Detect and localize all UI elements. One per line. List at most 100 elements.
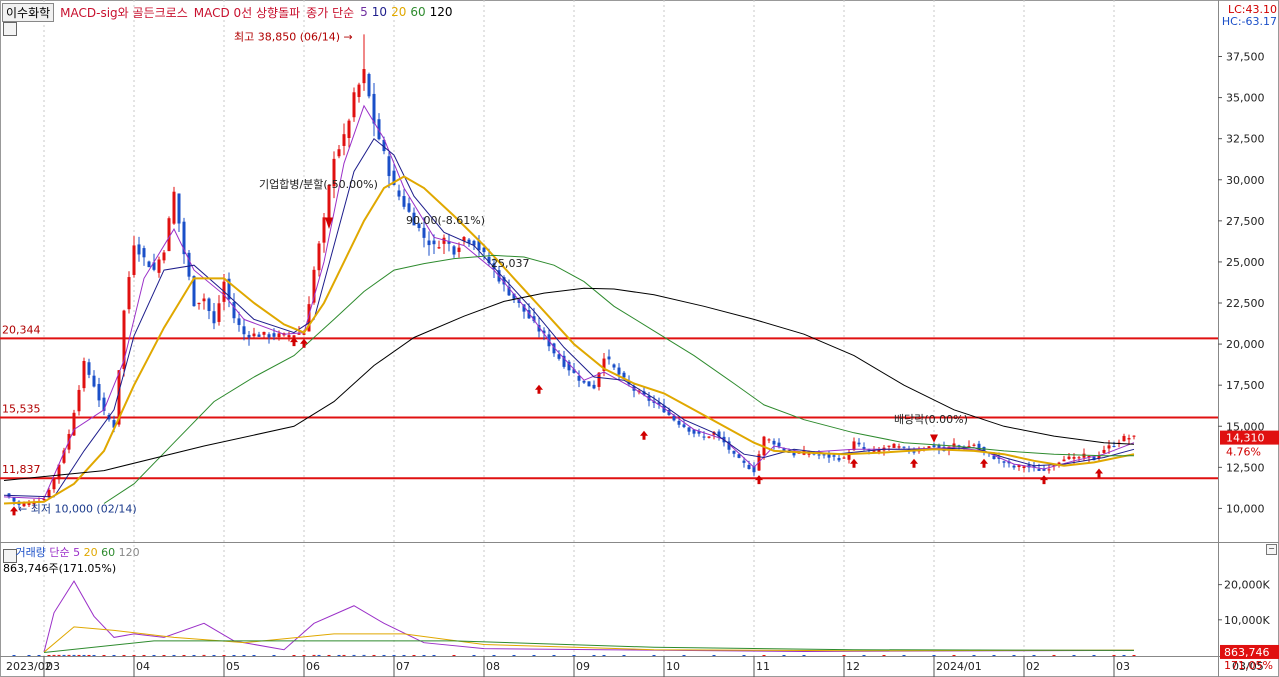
symbol-label[interactable]: 이수화학 [2, 2, 55, 22]
volume-ma-120[interactable]: 120 [119, 546, 140, 559]
volume-bar [1012, 654, 1016, 656]
candle-body [1067, 456, 1071, 459]
buy-signal-arrow [980, 458, 988, 468]
x-tick-label: 07 [396, 660, 410, 673]
volume-bar [112, 654, 116, 656]
buy-signal-arrow [1095, 468, 1103, 478]
candle-body [482, 247, 486, 253]
volume-bar [47, 654, 51, 656]
legend-ma-20[interactable]: 20 [391, 5, 406, 19]
volume-bar [87, 654, 91, 656]
candle-body [287, 335, 291, 338]
candle-body [52, 478, 56, 490]
volume-bar [152, 654, 156, 656]
volume-bar [252, 654, 256, 656]
candle-body [247, 334, 251, 338]
candle-body [197, 302, 201, 305]
candle-body [702, 436, 706, 438]
candle-body [277, 333, 281, 338]
volume-ma-60[interactable]: 60 [101, 546, 115, 559]
candle-body [12, 497, 16, 502]
volume-bar [142, 654, 146, 656]
volume-bar [992, 654, 996, 656]
volume-bar [382, 654, 386, 656]
legend-ma-5[interactable]: 5 [360, 5, 368, 19]
x-tick-label: 2024/01 [936, 660, 982, 673]
legend-item-close-sma[interactable]: 종가 단순 [306, 4, 354, 21]
y-tick-label: 30,000 [1226, 174, 1265, 187]
candle-body [272, 333, 276, 337]
candle-body [842, 457, 846, 459]
legend-ma-120[interactable]: 120 [430, 5, 453, 19]
collapse-icon[interactable]: − [1266, 544, 1277, 555]
candle-body [77, 389, 81, 412]
price-chart[interactable]: 2023/0203 04 05 06 07 08 09 10 11 12 2024/01 02 03 03… [0, 0, 1279, 677]
volume-bar [552, 654, 556, 656]
candle-body [422, 227, 426, 238]
candle-body [297, 333, 301, 335]
candle-body [617, 367, 621, 375]
buy-signal-arrow [300, 338, 308, 348]
table-icon[interactable] [3, 22, 17, 36]
legend-ma-60[interactable]: 60 [410, 5, 425, 19]
volume-bar [742, 654, 746, 656]
candle-body [887, 445, 891, 447]
volume-ma-20[interactable]: 20 [84, 546, 98, 559]
candle-body [317, 243, 321, 271]
volume-bar [242, 654, 246, 656]
volume-bar [172, 654, 176, 656]
candle-body [242, 326, 246, 335]
candle-body [1122, 435, 1126, 442]
candle-body [827, 454, 831, 458]
volume-bar [972, 654, 976, 656]
volume-bar [1072, 654, 1076, 656]
volume-label[interactable]: 거래량 [16, 546, 46, 559]
candle-body [1012, 465, 1016, 468]
volume-bar [572, 654, 576, 656]
candle-body [967, 445, 971, 447]
x-tick-label: 09 [576, 660, 590, 673]
x-tick-label: 06 [306, 660, 320, 673]
volume-ma-label[interactable]: 단순 [49, 546, 69, 559]
candle-body [137, 244, 141, 255]
y-tick-label: 17,500 [1226, 379, 1265, 392]
volume-bar [532, 654, 536, 656]
volume-ma-20-line [43, 626, 1135, 653]
volume-bar [432, 654, 436, 656]
volume-bar [352, 654, 356, 656]
legend-ma-10[interactable]: 10 [372, 5, 387, 19]
y-tick-label: 12,500 [1226, 461, 1265, 474]
volume-bar [62, 654, 66, 656]
candle-body [162, 252, 166, 261]
candle-body [1002, 461, 1006, 463]
candle-body [897, 446, 901, 448]
candle-body [372, 93, 376, 124]
candle-body [747, 464, 751, 469]
candle-body [267, 334, 271, 338]
candle-body [807, 453, 811, 455]
volume-bar [392, 654, 396, 656]
volume-bar [762, 654, 766, 656]
dividend-arrow [930, 434, 938, 443]
candle-body [172, 191, 176, 224]
reference-line-label: 11,837 [2, 463, 41, 476]
x-tick-label: 03 [46, 660, 60, 673]
legend-item-macd-zero[interactable]: MACD 0선 상향돌파 [194, 4, 300, 21]
volume-bar [212, 654, 216, 656]
candle-body [732, 450, 736, 454]
legend-item-macd-sig[interactable]: MACD-sig와 골든크로스 [60, 4, 188, 21]
y-tick-label: 10,000 [1226, 502, 1265, 515]
low-annotation: ← 최저 10,000 (02/14) [18, 502, 137, 515]
chart-legend: 이수화학 MACD-sig와 골든크로스 MACD 0선 상향돌파 종가 단순 … [0, 2, 459, 22]
x-tick-label: 03 [1116, 660, 1130, 673]
candle-body [357, 84, 361, 98]
candle-body [387, 156, 391, 177]
candle-body [1102, 449, 1106, 453]
candle-body [202, 298, 206, 302]
candle-body [187, 252, 191, 277]
volume-ma-5[interactable]: 5 [73, 546, 80, 559]
candle-body [322, 217, 326, 243]
candle-body [437, 247, 441, 249]
x-tick-label: 10 [666, 660, 680, 673]
candle-body [822, 454, 826, 456]
